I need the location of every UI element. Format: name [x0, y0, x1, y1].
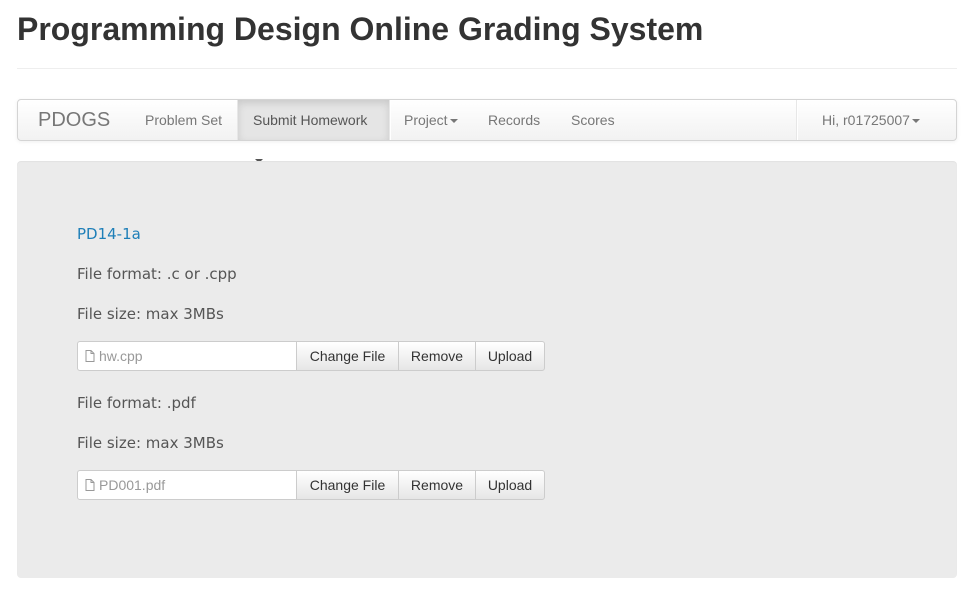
nav-project-label: Project — [404, 112, 448, 128]
submission-panel: PD14-1a File format: .c or .cpp File siz… — [17, 161, 957, 578]
report-upload-group: PD001.pdf Change File Remove Upload — [77, 470, 545, 500]
upload-button[interactable]: Upload — [475, 341, 545, 371]
nav-problem-set[interactable]: Problem Set — [130, 100, 237, 140]
remove-button[interactable]: Remove — [398, 470, 476, 500]
remove-button[interactable]: Remove — [398, 341, 476, 371]
file-icon — [85, 478, 95, 491]
file-format-text: File format: .c or .cpp — [77, 265, 237, 283]
upload-button[interactable]: Upload — [475, 470, 545, 500]
file-name-field[interactable]: PD001.pdf — [77, 470, 298, 500]
title-divider — [17, 68, 957, 69]
nav-divider — [796, 100, 798, 140]
file-name-text: hw.cpp — [99, 348, 143, 364]
file-format-text: File format: .pdf — [77, 394, 196, 412]
nav-records-label: Records — [488, 112, 541, 128]
page-title: Programming Design Online Grading System — [17, 11, 704, 47]
file-name-text: PD001.pdf — [99, 477, 166, 493]
user-greeting: Hi, r01725007 — [822, 112, 910, 128]
caret-down-icon — [449, 119, 458, 124]
change-file-button[interactable]: Change File — [296, 470, 399, 500]
file-name-field[interactable]: hw.cpp — [77, 341, 298, 371]
nav-submit-homework[interactable]: Submit Homework — [238, 100, 389, 164]
caret-down-icon — [911, 119, 920, 124]
nav-project[interactable]: Project — [389, 100, 473, 140]
nav-problem-set-label: Problem Set — [145, 112, 223, 128]
nav-records[interactable]: Records — [473, 100, 555, 140]
nav-scores[interactable]: Scores — [556, 100, 630, 140]
file-size-text: File size: max 3MBs — [77, 434, 224, 452]
nav-submit-homework-label: Submit Homework — [253, 112, 368, 128]
file-size-text: File size: max 3MBs — [77, 305, 224, 323]
user-menu[interactable]: Hi, r01725007 — [807, 100, 935, 140]
problem-link[interactable]: PD14-1a — [77, 225, 141, 243]
source-upload-group: hw.cpp Change File Remove Upload — [77, 341, 545, 371]
navbar: PDOGS Problem Set Submit Homework Projec… — [17, 99, 957, 164]
change-file-button[interactable]: Change File — [296, 341, 399, 371]
nav-scores-label: Scores — [571, 112, 615, 128]
brand-link[interactable]: PDOGS — [38, 100, 110, 140]
file-icon — [85, 349, 95, 362]
